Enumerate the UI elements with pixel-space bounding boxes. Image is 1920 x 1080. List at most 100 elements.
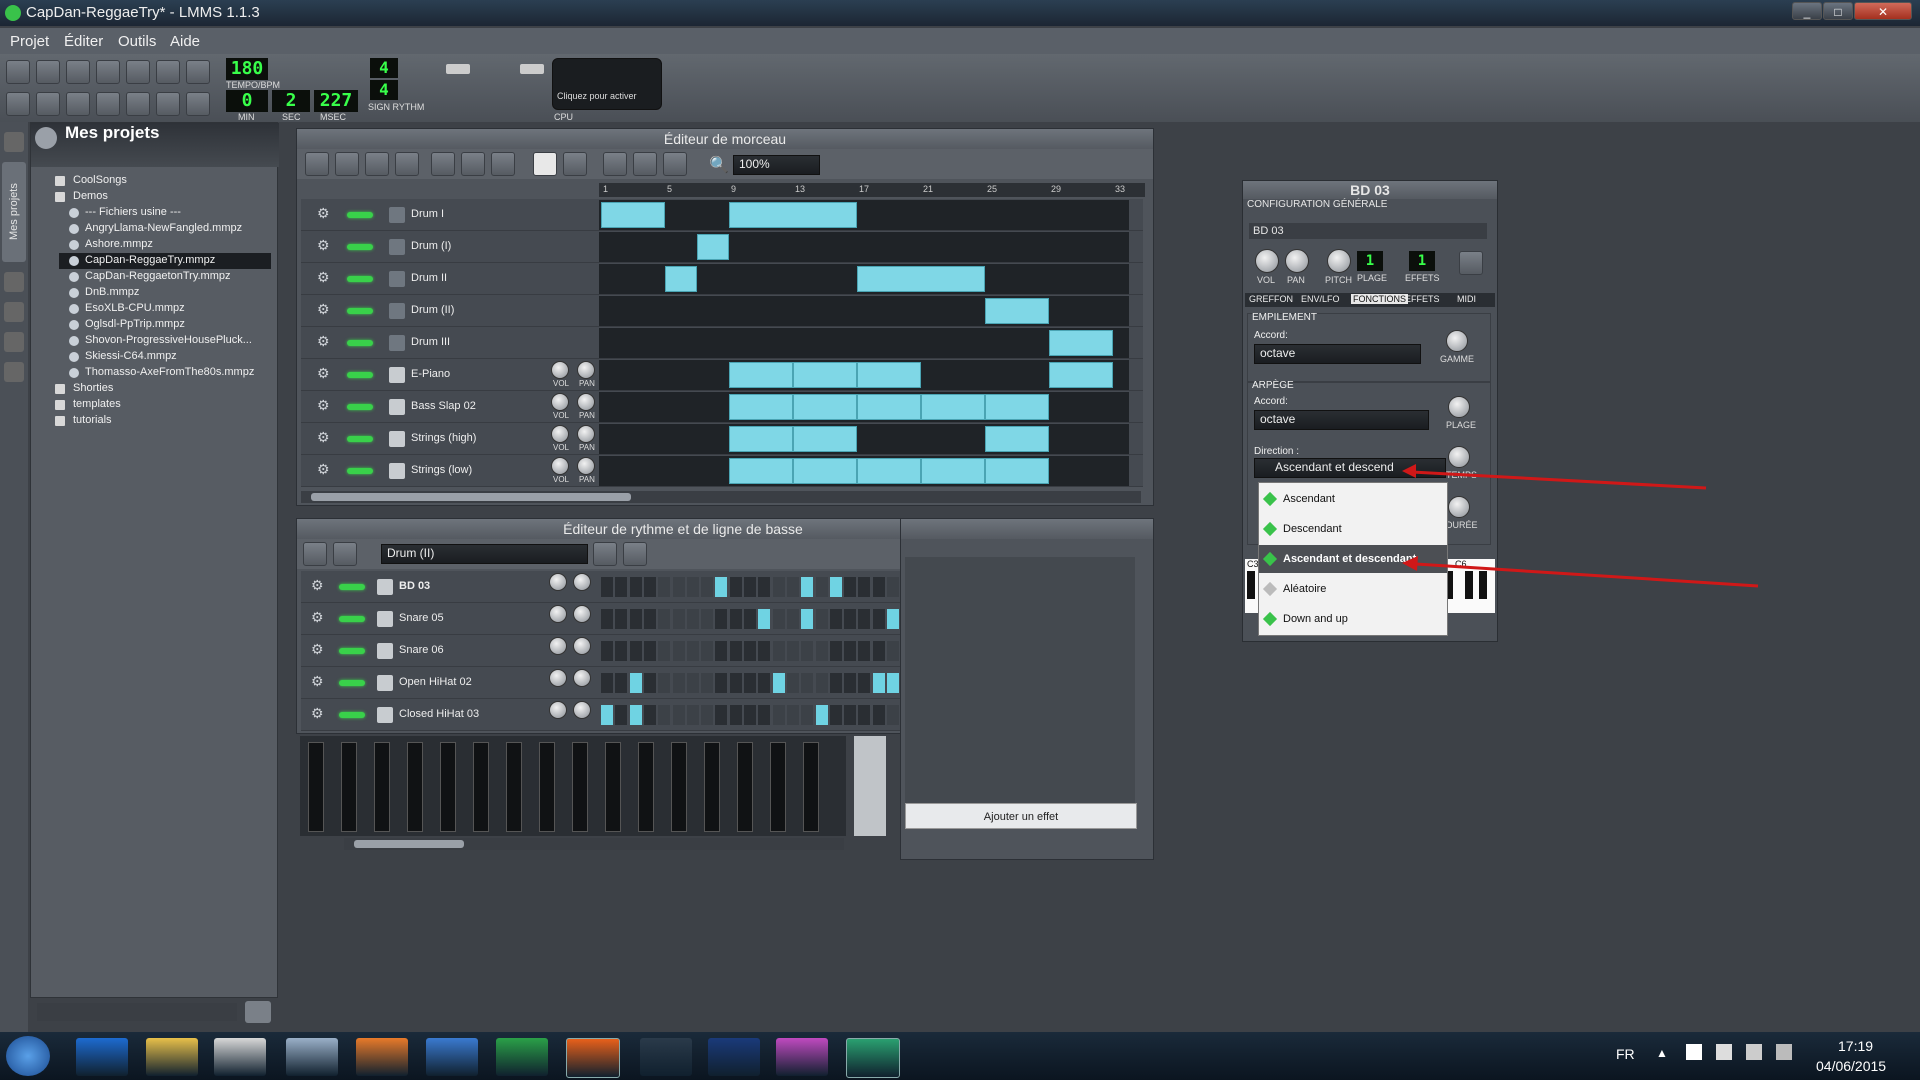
pattern-clip[interactable] [601,202,665,228]
beat-play-icon[interactable] [303,542,327,566]
step-on[interactable] [601,705,613,725]
7z-icon[interactable] [214,1038,266,1076]
add-beat-pattern-icon[interactable] [593,542,617,566]
add-automation-track-icon[interactable] [491,152,515,176]
instrument-tab[interactable]: EFFETS [1403,294,1442,304]
stacking-chord-combo[interactable]: octave [1254,344,1421,364]
pattern-clip[interactable] [729,394,793,420]
pattern-clip[interactable] [793,394,857,420]
step-off[interactable] [729,577,742,597]
play-icon[interactable] [305,152,329,176]
step-off[interactable] [715,641,728,661]
tree-item[interactable]: CoolSongs [37,173,271,189]
lmms-icon[interactable] [846,1038,900,1078]
mute-led[interactable] [347,212,373,218]
action-center-icon[interactable] [1686,1044,1702,1060]
song-track[interactable]: ⚙ Bass Slap 02 VOL PAN [301,391,1143,423]
step-off[interactable] [672,577,685,597]
draw-mode-icon[interactable] [533,152,557,176]
step-off[interactable] [615,609,628,629]
pattern-clip[interactable] [793,362,857,388]
pattern-clip[interactable] [1049,362,1113,388]
step-off[interactable] [829,641,842,661]
pattern-clip[interactable] [857,458,921,484]
step-off[interactable] [744,577,756,597]
save-preset-icon[interactable] [1459,251,1483,275]
step-off[interactable] [701,705,714,725]
new-from-template-icon[interactable] [36,60,60,84]
track-settings-icon[interactable]: ⚙ [317,269,330,286]
pattern-clip[interactable] [793,458,857,484]
mixer-scroll-handle[interactable] [354,840,464,848]
minimize-button[interactable]: _ [1792,2,1822,20]
pattern-clip[interactable] [729,426,793,452]
record-icon[interactable] [335,152,359,176]
firefox-icon[interactable] [566,1038,620,1078]
track-name[interactable]: Drum I [411,208,444,220]
step-off[interactable] [829,673,842,693]
timeline-ruler[interactable]: 1 5 9 13 17 21 25 29 33 [599,183,1145,197]
step-off[interactable] [844,577,857,597]
track-pan-knob[interactable] [577,457,595,475]
step-off[interactable] [858,705,871,725]
eos-icon[interactable] [640,1038,692,1076]
pattern-clip[interactable] [793,426,857,452]
step-off[interactable] [643,673,656,693]
stacking-range-knob[interactable] [1446,330,1468,352]
mixer-scrollbar[interactable] [344,838,844,850]
track-name[interactable]: E-Piano [411,368,450,380]
step-off[interactable] [758,673,771,693]
stop-icon[interactable] [395,152,419,176]
track-settings-icon[interactable]: ⚙ [311,673,324,690]
step-on[interactable] [887,673,899,693]
home-tab-icon[interactable] [4,332,24,352]
beat-editor-icon[interactable] [36,92,60,116]
step-on[interactable] [815,705,828,725]
track-grid[interactable] [599,200,1129,230]
track-grid[interactable] [599,264,1129,294]
track-grid[interactable] [599,424,1129,454]
step-on[interactable] [629,673,642,693]
tree-item[interactable]: Thomasso-AxeFromThe80s.mmpz [59,365,271,381]
track-vol-knob[interactable] [549,637,567,655]
step-off[interactable] [786,577,799,597]
track-vol-knob[interactable] [549,701,567,719]
explorer-icon[interactable] [146,1038,198,1076]
step-off[interactable] [686,577,699,597]
track-grid[interactable] [599,232,1129,262]
direction-option[interactable]: Down and up [1259,605,1447,633]
tree-item[interactable]: Shovon-ProgressiveHousePluck... [59,333,271,349]
step-off[interactable] [829,705,842,725]
song-track[interactable]: ⚙ Strings (low) VOL PAN [301,455,1143,487]
piano-black-key[interactable] [1247,571,1255,599]
track-name[interactable]: Snare 06 [399,644,444,656]
step-off[interactable] [658,673,671,693]
tree-item[interactable]: CapDan-ReggaetonTry.mmpz [59,269,271,285]
zoom-combo[interactable]: 100% [733,155,820,175]
track-pan-knob[interactable] [573,701,591,719]
new-project-icon[interactable] [6,60,30,84]
step-off[interactable] [815,609,828,629]
step-off[interactable] [629,609,642,629]
tree-item[interactable]: AngryLlama-NewFangled.mmpz [59,221,271,237]
step-off[interactable] [829,609,842,629]
step-off[interactable] [887,641,899,661]
channel-fader[interactable] [704,742,720,832]
media-icon[interactable] [356,1038,408,1076]
mute-led[interactable] [347,468,373,474]
stop-behaviour-icon[interactable] [663,152,687,176]
pattern-clip[interactable] [921,458,985,484]
step-off[interactable] [686,705,699,725]
step-on[interactable] [629,705,642,725]
track-settings-icon[interactable]: ⚙ [311,705,324,722]
step-off[interactable] [872,641,885,661]
mute-led[interactable] [339,616,365,622]
step-off[interactable] [744,609,756,629]
tree-item[interactable]: templates [37,397,271,413]
track-name[interactable]: BD 03 [399,580,430,592]
channel-fader[interactable] [374,742,390,832]
channel-fader[interactable] [803,742,819,832]
channel-fader[interactable] [638,742,654,832]
pattern-clip[interactable] [921,394,985,420]
pattern-clip[interactable] [729,362,793,388]
